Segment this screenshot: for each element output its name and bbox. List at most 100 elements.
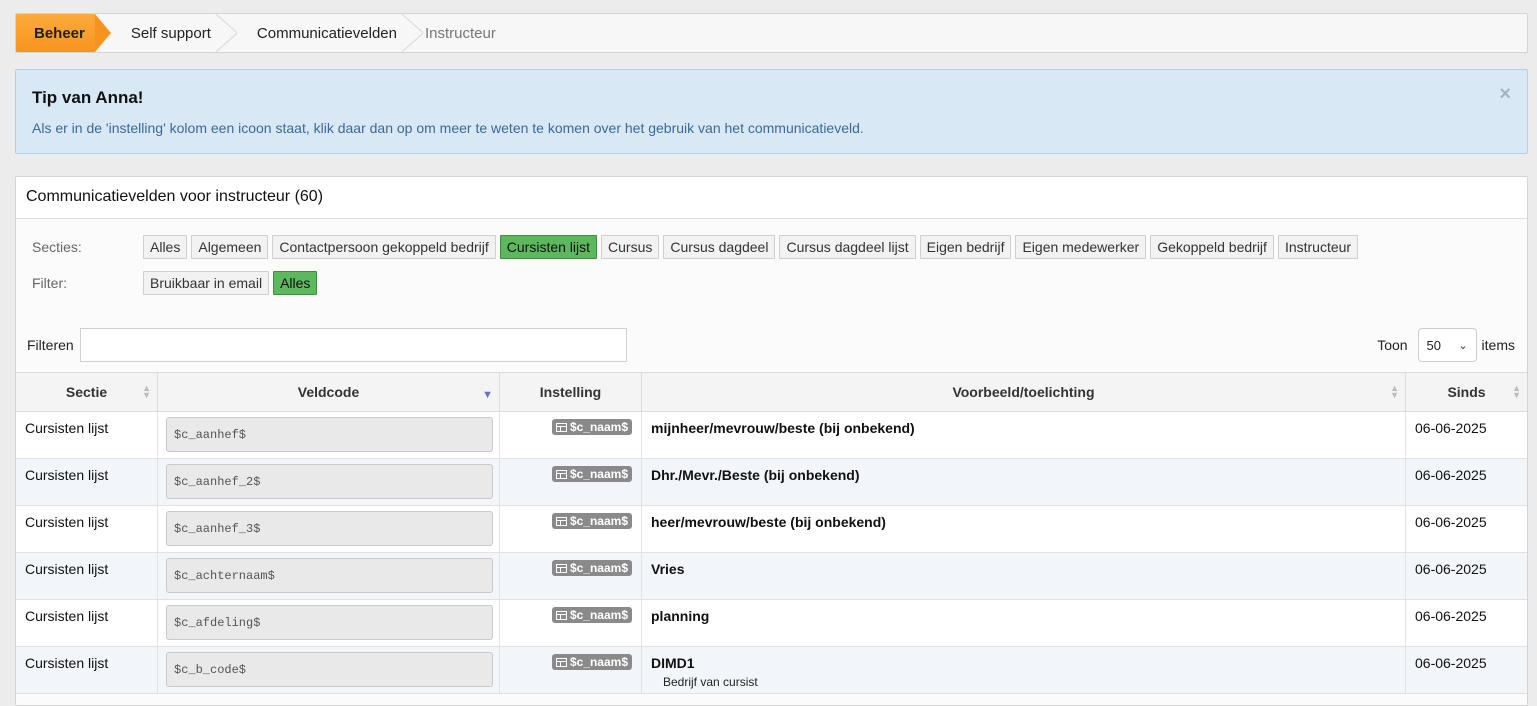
- cell-sinds: 06-06-2025: [1415, 561, 1487, 577]
- instelling-badge[interactable]: $c_naam$: [551, 513, 632, 529]
- close-icon[interactable]: ×: [1499, 84, 1511, 104]
- sort-icon: ▲ ▼: [142, 383, 151, 400]
- cell-voorbeeld: Dhr./Mevr./Beste (bij onbekend): [642, 459, 1406, 505]
- instelling-badge[interactable]: $c_naam$: [551, 654, 632, 670]
- sort-icon: ▲ ▼: [1512, 383, 1521, 400]
- section-button-cursus[interactable]: Cursus: [601, 235, 660, 259]
- cell-voorbeeld: DIMD1 Bedrijf van cursist: [642, 647, 1406, 693]
- breadcrumb-item-communicatievelden[interactable]: Communicatievelden: [237, 14, 424, 52]
- table-body: Cursisten lijst $c_aanhef$ $c_naam$ mijnhee…: [16, 412, 1527, 694]
- cell-instelling: $c_naam$: [500, 412, 642, 458]
- column-header-sectie[interactable]: Sectie ▲ ▼: [16, 373, 158, 411]
- column-header-voorbeeld[interactable]: Voorbeeld/toelichting ▲ ▼: [642, 373, 1406, 411]
- filter-button-alles[interactable]: Alles: [273, 271, 318, 295]
- section-button-eigen-medewerker[interactable]: Eigen medewerker: [1015, 235, 1147, 259]
- search-input[interactable]: [79, 328, 627, 362]
- cell-veldcode: $c_aanhef_3$: [158, 506, 500, 552]
- cell-sinds: 06-06-2025: [1415, 420, 1487, 436]
- section-button-contactpersoon-gekoppeld-bedrijf[interactable]: Contactpersoon gekoppeld bedrijf: [272, 235, 496, 259]
- page-size-control: Toon 50 ⌄ items: [1377, 328, 1515, 362]
- table-icon: [555, 563, 567, 573]
- veldcode-field[interactable]: $c_achternaam$: [166, 558, 493, 593]
- cell-sinds: 06-06-2025: [1415, 655, 1487, 671]
- items-label: items: [1481, 337, 1515, 353]
- section-button-cursisten-lijst[interactable]: Cursisten lijst: [499, 235, 598, 259]
- page-size-value: 50: [1426, 337, 1442, 353]
- table-icon: [555, 516, 567, 526]
- table-icon: [555, 657, 567, 667]
- filter-button-group: Bruikbaar in email Alles: [143, 271, 321, 295]
- filter-label: Filter:: [32, 275, 67, 291]
- cell-veldcode: $c_aanhef_2$: [158, 459, 500, 505]
- cell-veldcode: $c_aanhef$: [158, 412, 500, 458]
- chevron-down-icon: ⌄: [1458, 339, 1468, 352]
- cell-sectie: Cursisten lijst: [16, 506, 158, 552]
- sort-desc-icon: ▼: [482, 389, 493, 401]
- table-row: Cursisten lijst $c_aanhef_2$ $c_naam$ Dhr./…: [16, 459, 1527, 506]
- instelling-badge[interactable]: $c_naam$: [551, 607, 632, 623]
- veldcode-field[interactable]: $c_aanhef_2$: [166, 464, 493, 499]
- cell-instelling: $c_naam$: [500, 506, 642, 552]
- toon-label: Toon: [1377, 337, 1408, 353]
- cell-sinds: 06-06-2025: [1415, 608, 1487, 624]
- cell-voorbeeld: planning: [642, 600, 1406, 646]
- section-button-instructeur[interactable]: Instructeur: [1277, 235, 1359, 259]
- example-text: mijnheer/mevrouw/beste (bij onbekend): [651, 420, 915, 436]
- page-size-select[interactable]: 50 ⌄: [1417, 328, 1477, 362]
- filter-button-bruikbaar-in-email[interactable]: Bruikbaar in email: [143, 271, 270, 295]
- example-text: Vries: [651, 561, 685, 577]
- section-filters: Secties: Alles Algemeen Contactpersoon gek…: [32, 235, 1362, 307]
- breadcrumb-item-self-support[interactable]: Self support: [111, 14, 237, 52]
- tip-alert: Tip van Anna! Als er in de 'instelling' …: [15, 69, 1528, 154]
- search-bar: Filteren: [27, 328, 627, 362]
- alert-title: Tip van Anna!: [32, 88, 144, 107]
- section-button-cursus-dagdeel[interactable]: Cursus dagdeel: [663, 235, 776, 259]
- section-button-eigen-bedrijf[interactable]: Eigen bedrijf: [919, 235, 1012, 259]
- veldcode-field[interactable]: $c_b_code$: [166, 652, 493, 687]
- cell-instelling: $c_naam$: [500, 600, 642, 646]
- cell-sinds: 06-06-2025: [1415, 514, 1487, 530]
- section-button-cursus-dagdeel-lijst[interactable]: Cursus dagdeel lijst: [779, 235, 916, 259]
- table-row: Cursisten lijst $c_achternaam$ $c_naam$ Vri…: [16, 553, 1527, 600]
- cell-instelling: $c_naam$: [500, 459, 642, 505]
- table-header: Sectie ▲ ▼ Veldcode ▼ Instelling Voorbeeld/…: [16, 372, 1527, 412]
- cell-sectie: Cursisten lijst: [16, 553, 158, 599]
- table-icon: [555, 469, 567, 479]
- alert-text: Als er in de 'instelling' kolom een icoo…: [32, 120, 864, 136]
- example-text: heer/mevrouw/beste (bij onbekend): [651, 514, 886, 530]
- example-text: Dhr./Mevr./Beste (bij onbekend): [651, 467, 860, 483]
- instelling-badge[interactable]: $c_naam$: [551, 560, 632, 576]
- column-header-sinds[interactable]: Sinds ▲ ▼: [1406, 373, 1527, 411]
- section-button-gekoppeld-bedrijf[interactable]: Gekoppeld bedrijf: [1150, 235, 1274, 259]
- cell-veldcode: $c_afdeling$: [158, 600, 500, 646]
- cell-voorbeeld: heer/mevrouw/beste (bij onbekend): [642, 506, 1406, 552]
- column-header-instelling: Instelling: [500, 373, 642, 411]
- example-text: planning: [651, 608, 710, 624]
- table-row: Cursisten lijst $c_aanhef_3$ $c_naam$ heer/…: [16, 506, 1527, 553]
- breadcrumb-item-beheer[interactable]: Beheer: [16, 14, 111, 52]
- example-subtext: Bedrijf van cursist: [663, 675, 758, 689]
- fields-panel: Communicatievelden voor instructeur (60)…: [15, 176, 1528, 706]
- cell-veldcode: $c_achternaam$: [158, 553, 500, 599]
- breadcrumb: Beheer Self support Communicatievelden I…: [15, 13, 1528, 53]
- sections-label: Secties:: [32, 239, 82, 255]
- breadcrumb-item-instructeur: Instructeur: [424, 24, 496, 42]
- instelling-badge[interactable]: $c_naam$: [551, 466, 632, 482]
- cell-veldcode: $c_b_code$: [158, 647, 500, 693]
- section-button-alles[interactable]: Alles: [143, 235, 188, 259]
- cell-sectie: Cursisten lijst: [16, 600, 158, 646]
- table-icon: [555, 422, 567, 432]
- cell-instelling: $c_naam$: [500, 553, 642, 599]
- search-label: Filteren: [27, 337, 74, 353]
- cell-sectie: Cursisten lijst: [16, 459, 158, 505]
- table-row: Cursisten lijst $c_b_code$ $c_naam$ DIMD1 Be…: [16, 647, 1527, 694]
- cell-sectie: Cursisten lijst: [16, 412, 158, 458]
- veldcode-field[interactable]: $c_afdeling$: [166, 605, 493, 640]
- section-button-algemeen[interactable]: Algemeen: [191, 235, 269, 259]
- section-button-group: Alles Algemeen Contactpersoon gekoppeld be…: [143, 235, 1362, 259]
- veldcode-field[interactable]: $c_aanhef_3$: [166, 511, 493, 546]
- cell-sinds: 06-06-2025: [1415, 467, 1487, 483]
- veldcode-field[interactable]: $c_aanhef$: [166, 417, 493, 452]
- instelling-badge[interactable]: $c_naam$: [551, 419, 632, 435]
- column-header-veldcode[interactable]: Veldcode ▼: [158, 373, 500, 411]
